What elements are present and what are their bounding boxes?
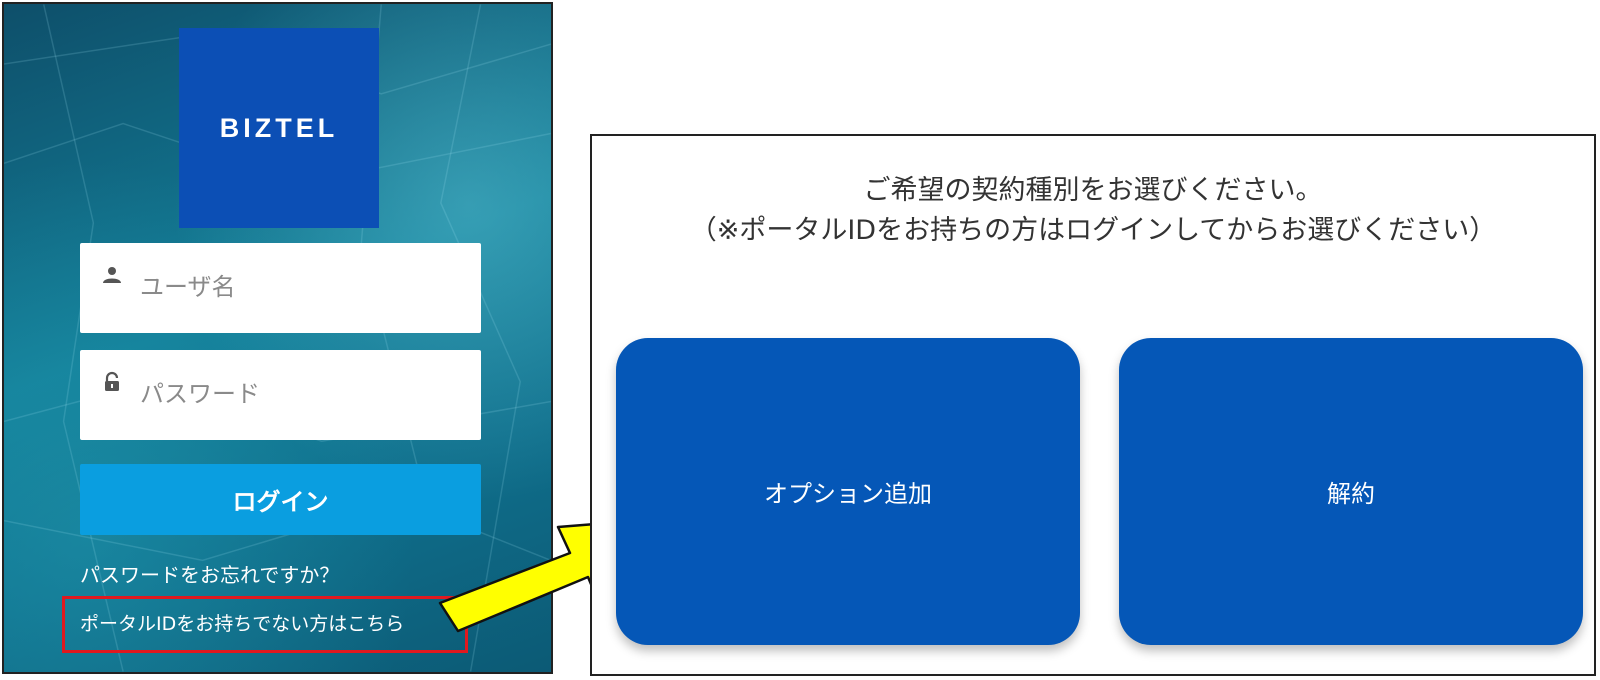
lock-icon: [105, 371, 119, 391]
add-option-button[interactable]: オプション追加: [616, 338, 1080, 645]
contract-type-panel: ご希望の契約種別をお選びください。 （※ポータルIDをお持ちの方はログインしてか…: [590, 134, 1596, 676]
prompt-text: ご希望の契約種別をお選びください。: [863, 175, 1323, 206]
logo-text: BIZTEL: [219, 112, 339, 143]
username-field[interactable]: [80, 243, 481, 333]
prompt-note: （※ポータルIDをお持ちの方はログインしてからお選びください）: [689, 215, 1497, 246]
login-button[interactable]: ログイン: [80, 464, 481, 535]
cancel-contract-button[interactable]: 解約: [1119, 338, 1583, 645]
no-portal-id-link[interactable]: ポータルIDをお持ちでない方はこちら: [80, 609, 404, 636]
add-option-label: オプション追加: [764, 480, 932, 508]
user-icon: [103, 267, 121, 283]
biztel-logo: BIZTEL: [179, 28, 379, 228]
username-input[interactable]: [140, 267, 460, 307]
cancel-contract-label: 解約: [1327, 480, 1375, 508]
password-input[interactable]: [140, 374, 460, 414]
password-field[interactable]: [80, 350, 481, 440]
forgot-password-link[interactable]: パスワードをお忘れですか？: [80, 559, 339, 588]
